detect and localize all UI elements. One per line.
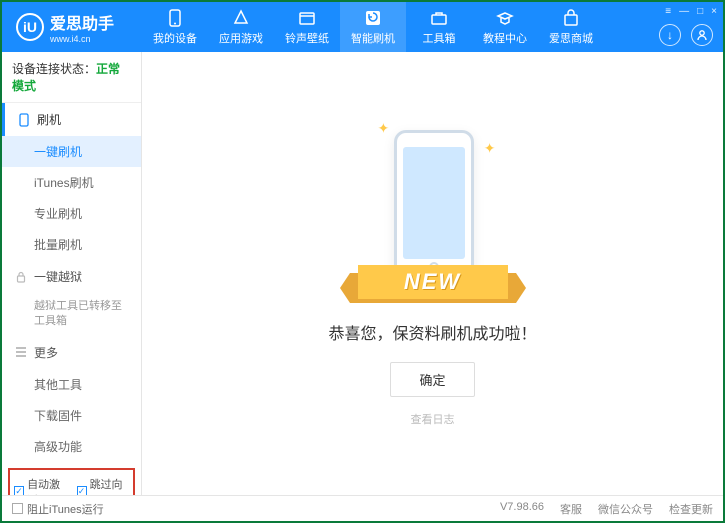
nav-label: 工具箱 [423, 30, 456, 46]
app-name: 爱思助手 [50, 10, 114, 34]
sidebar-item-batch-flash[interactable]: 批量刷机 [2, 229, 141, 260]
title-aux-icons: ↓ [659, 24, 713, 46]
jailbreak-note: 越狱工具已转移至工具箱 [2, 293, 141, 336]
nav-label: 智能刷机 [351, 30, 395, 46]
banner-text: NEW [358, 265, 508, 299]
customer-service-link[interactable]: 客服 [560, 501, 582, 517]
checkbox-label: 跳过向导 [90, 476, 129, 495]
logo-icon: iU [16, 13, 44, 41]
close-button[interactable]: × [711, 6, 717, 17]
nav-smart-flash[interactable]: 智能刷机 [340, 2, 406, 52]
checkbox-block-itunes[interactable]: 阻止iTunes运行 [12, 501, 104, 517]
nav-tutorials[interactable]: 教程中心 [472, 2, 538, 52]
footer: 阻止iTunes运行 V7.98.66 客服 微信公众号 检查更新 [2, 495, 723, 521]
check-icon: ✓ [14, 486, 24, 495]
nav-label: 我的设备 [153, 30, 197, 46]
sidebar-item-pro-flash[interactable]: 专业刷机 [2, 198, 141, 229]
apps-icon [232, 9, 250, 27]
sidebar-item-advanced[interactable]: 高级功能 [2, 431, 141, 462]
check-update-link[interactable]: 检查更新 [669, 501, 713, 517]
checkbox-highlight-box: ✓ 自动激活 ✓ 跳过向导 [8, 468, 135, 495]
sidebar-item-itunes-flash[interactable]: iTunes刷机 [2, 167, 141, 198]
main-content: ✦ ✦ ✦ NEW 恭喜您，保资料刷机成功啦！ 确定 查看日志 [142, 52, 723, 495]
wechat-link[interactable]: 微信公众号 [598, 501, 653, 517]
phone-icon [166, 9, 184, 27]
checkbox-label: 阻止iTunes运行 [27, 501, 104, 517]
minimize-button[interactable]: — [679, 6, 689, 17]
logo-area: iU 爱思助手 www.i4.cn [2, 10, 142, 44]
checkbox-icon [12, 503, 23, 514]
menu-icon [14, 345, 28, 359]
refresh-icon [364, 9, 382, 27]
view-log-link[interactable]: 查看日志 [411, 411, 455, 427]
body: 设备连接状态：正常模式 刷机 一键刷机 iTunes刷机 专业刷机 批量刷机 一… [2, 52, 723, 495]
section-title: 更多 [34, 344, 58, 361]
graduation-icon [496, 9, 514, 27]
titlebar: iU 爱思助手 www.i4.cn 我的设备 应用游戏 铃声壁纸 智能刷机 [2, 2, 723, 52]
sidebar-item-download-firmware[interactable]: 下载固件 [2, 400, 141, 431]
top-nav: 我的设备 应用游戏 铃声壁纸 智能刷机 工具箱 教程中心 [142, 2, 723, 52]
nav-label: 教程中心 [483, 30, 527, 46]
sidebar-item-oneclick-flash[interactable]: 一键刷机 [2, 136, 141, 167]
success-message: 恭喜您，保资料刷机成功啦！ [328, 320, 536, 344]
nav-label: 爱思商城 [549, 30, 593, 46]
sparkle-icon: ✦ [484, 140, 496, 157]
nav-label: 铃声壁纸 [285, 30, 329, 46]
section-jailbreak[interactable]: 一键越狱 [2, 260, 141, 293]
nav-label: 应用游戏 [219, 30, 263, 46]
archive-icon [298, 9, 316, 27]
phone-icon [17, 113, 31, 127]
settings-button[interactable]: ≡ [665, 6, 671, 17]
app-url: www.i4.cn [50, 34, 114, 44]
footer-right: V7.98.66 客服 微信公众号 检查更新 [500, 501, 713, 517]
section-title: 刷机 [37, 111, 61, 128]
window-controls: ≡ — □ × [665, 6, 717, 17]
nav-apps[interactable]: 应用游戏 [208, 2, 274, 52]
section-title: 一键越狱 [34, 268, 82, 285]
sparkle-icon: ✦ [378, 120, 390, 137]
checkbox-skip-guide[interactable]: ✓ 跳过向导 [77, 476, 130, 495]
nav-ringtones[interactable]: 铃声壁纸 [274, 2, 340, 52]
toolbox-icon [430, 9, 448, 27]
sidebar-item-other-tools[interactable]: 其他工具 [2, 369, 141, 400]
checkbox-auto-activate[interactable]: ✓ 自动激活 [14, 476, 67, 495]
section-more[interactable]: 更多 [2, 336, 141, 369]
lock-icon [14, 270, 28, 284]
phone-illustration: ✦ ✦ ✦ NEW [368, 120, 498, 300]
check-icon: ✓ [77, 486, 87, 495]
section-flash[interactable]: 刷机 [2, 103, 141, 136]
sidebar: 设备连接状态：正常模式 刷机 一键刷机 iTunes刷机 专业刷机 批量刷机 一… [2, 52, 142, 495]
nav-store[interactable]: 爱思商城 [538, 2, 604, 52]
version-label: V7.98.66 [500, 501, 544, 517]
nav-my-device[interactable]: 我的设备 [142, 2, 208, 52]
maximize-button[interactable]: □ [697, 6, 703, 17]
nav-toolbox[interactable]: 工具箱 [406, 2, 472, 52]
checkbox-label: 自动激活 [27, 476, 66, 495]
app-window: iU 爱思助手 www.i4.cn 我的设备 应用游戏 铃声壁纸 智能刷机 [0, 0, 725, 523]
user-icon[interactable] [691, 24, 713, 46]
device-status: 设备连接状态：正常模式 [2, 52, 141, 103]
ok-button[interactable]: 确定 [390, 362, 474, 397]
download-icon[interactable]: ↓ [659, 24, 681, 46]
phone-body-icon [394, 130, 474, 280]
bag-icon [562, 9, 580, 27]
status-label: 设备连接状态： [12, 62, 96, 76]
